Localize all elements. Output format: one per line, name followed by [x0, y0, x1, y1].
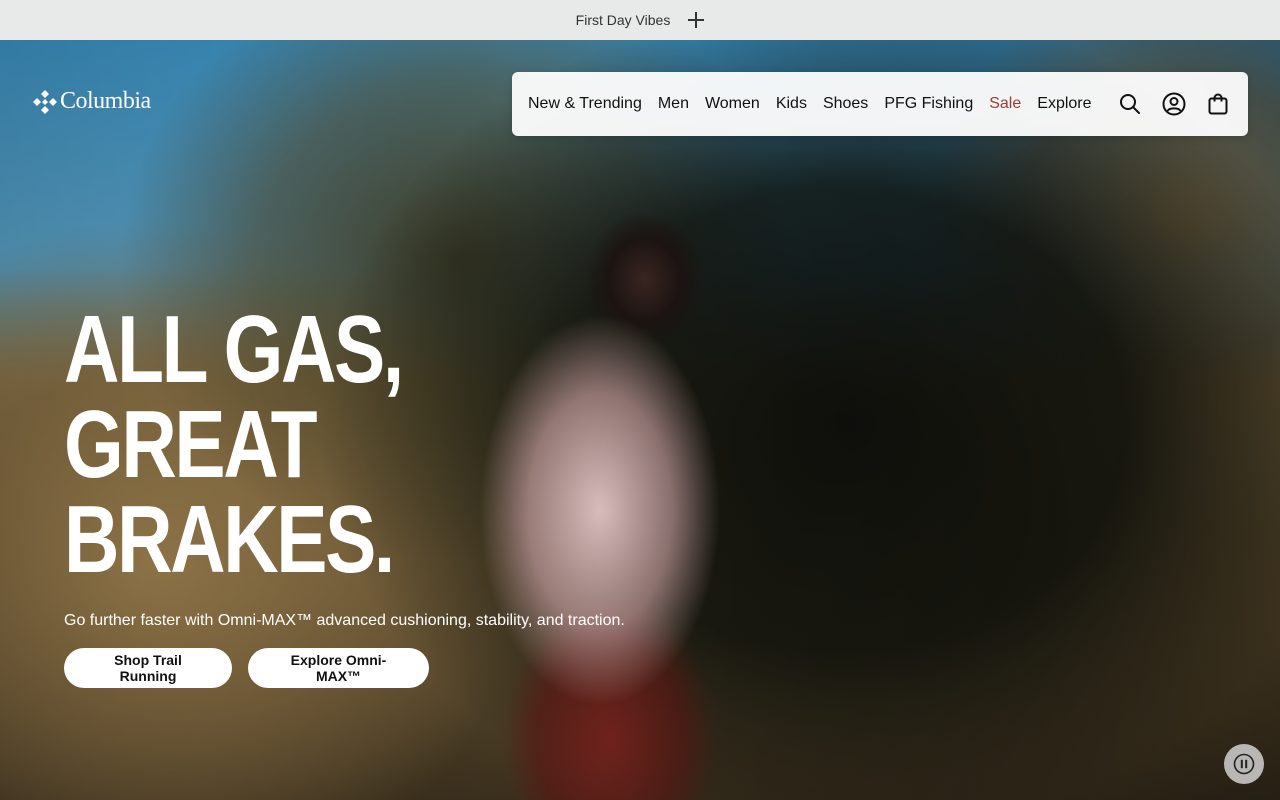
- account-icon[interactable]: [1162, 92, 1186, 116]
- nav-item-sale[interactable]: Sale: [989, 95, 1021, 113]
- brand-name: Columbia: [60, 88, 151, 114]
- expand-plus-icon[interactable]: [688, 12, 705, 28]
- hero-subtitle: Go further faster with Omni-MAX™ advance…: [64, 612, 625, 629]
- headline-line-3: BRAKES.: [64, 486, 395, 593]
- promo-text[interactable]: First Day Vibes: [576, 12, 671, 28]
- search-icon[interactable]: [1118, 92, 1142, 116]
- nav-item-kids[interactable]: Kids: [776, 95, 807, 113]
- nav-item-explore[interactable]: Explore: [1037, 95, 1091, 113]
- headline-line-2: GREAT: [64, 391, 318, 498]
- nav-item-women[interactable]: Women: [705, 95, 760, 113]
- video-pause-button[interactable]: [1224, 744, 1264, 784]
- nav-item-new-trending[interactable]: New & Trending: [528, 95, 642, 113]
- nav-item-shoes[interactable]: Shoes: [823, 95, 868, 113]
- brand-logo[interactable]: Columbia: [32, 88, 151, 115]
- pause-icon: [1233, 753, 1255, 775]
- nav-item-men[interactable]: Men: [658, 95, 689, 113]
- nav-utility-icons: [1098, 92, 1230, 116]
- shopping-bag-icon[interactable]: [1206, 92, 1230, 116]
- promo-bar: First Day Vibes: [0, 0, 1280, 40]
- main-navigation: New & Trending Men Women Kids Shoes PFG …: [512, 72, 1248, 136]
- explore-omni-max-button[interactable]: Explore Omni-MAX™: [248, 648, 429, 688]
- nav-item-pfg-fishing[interactable]: PFG Fishing: [884, 95, 973, 113]
- columbia-diamond-icon: [33, 89, 57, 114]
- headline-line-1: ALL GAS,: [64, 296, 404, 403]
- hero-video: Columbia New & Trending Men Women Kids S…: [0, 40, 1280, 800]
- shop-trail-running-button[interactable]: Shop Trail Running: [64, 648, 232, 688]
- hero-headline: ALL GAS, GREAT BRAKES.: [64, 296, 404, 593]
